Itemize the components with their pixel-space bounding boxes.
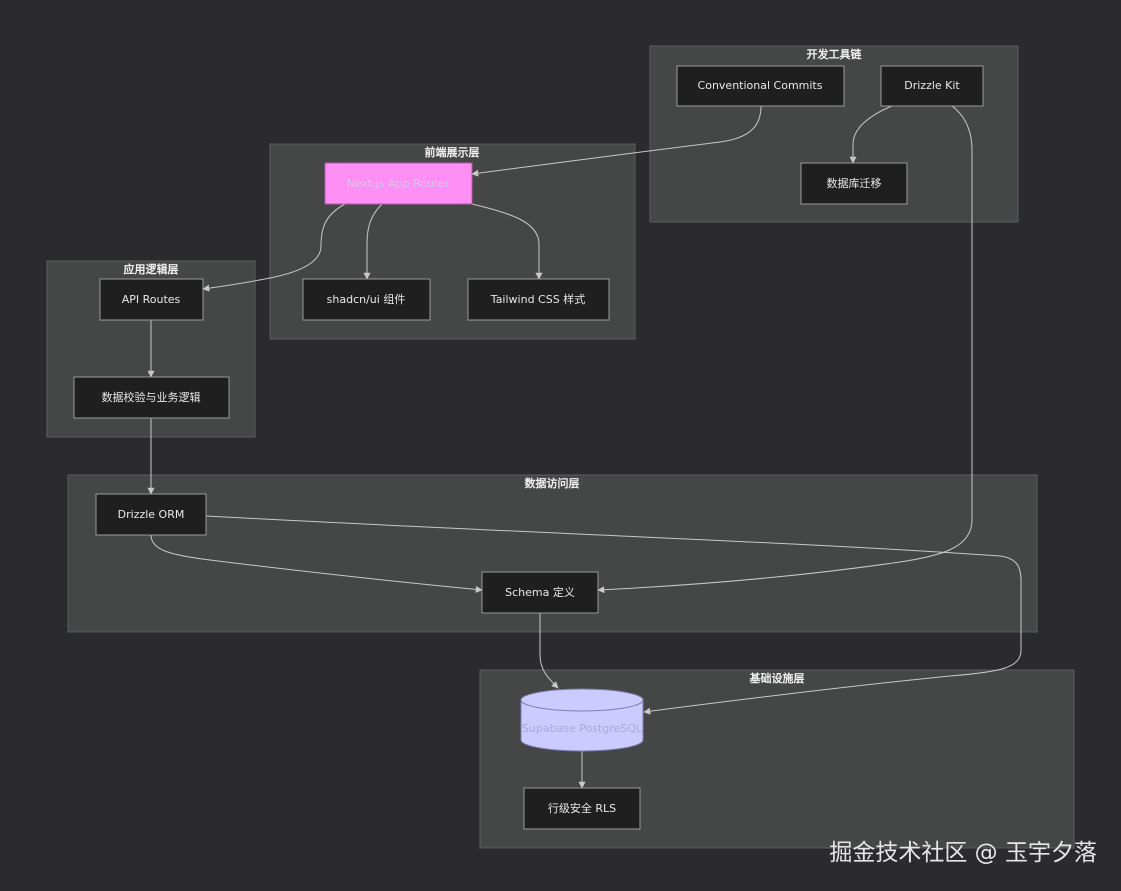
watermark: 掘金技术社区 @ 玉宇夕落: [829, 840, 1097, 866]
cluster-devtools-title: 开发工具链: [807, 47, 863, 61]
cluster-app-title: 应用逻辑层: [124, 262, 179, 276]
node-orm-label: Drizzle ORM: [118, 508, 185, 521]
node-commits-label: Conventional Commits: [698, 79, 823, 92]
node-api[interactable]: API Routes: [99, 278, 204, 321]
node-migration-label: 数据库迁移: [827, 176, 882, 190]
node-drizzle-kit[interactable]: Drizzle Kit: [880, 65, 984, 107]
node-drizzle-kit-label: Drizzle Kit: [904, 79, 960, 92]
node-migration[interactable]: 数据库迁移: [800, 162, 908, 205]
node-nextjs[interactable]: Next.js App Router: [324, 162, 473, 205]
node-api-label: API Routes: [122, 293, 181, 306]
cluster-infra-title: 基础设施层: [749, 671, 805, 685]
node-tailwind[interactable]: Tailwind CSS 样式: [467, 278, 610, 321]
node-shadcn[interactable]: shadcn/ui 组件: [302, 278, 431, 321]
node-schema-label: Schema 定义: [505, 585, 575, 599]
node-orm[interactable]: Drizzle ORM: [95, 493, 207, 536]
node-rls[interactable]: 行级安全 RLS: [523, 787, 641, 830]
node-validation-label: 数据校验与业务逻辑: [102, 390, 201, 404]
database-icon-label: Supabase PostgreSQL: [522, 722, 643, 735]
node-database[interactable]: Supabase PostgreSQL: [520, 688, 644, 752]
cluster-data-title: 数据访问层: [525, 476, 580, 490]
node-commits[interactable]: Conventional Commits: [676, 65, 845, 107]
node-schema[interactable]: Schema 定义: [481, 571, 599, 614]
node-nextjs-label: Next.js App Router: [347, 177, 450, 190]
node-tailwind-label: Tailwind CSS 样式: [490, 292, 585, 306]
architecture-diagram: 开发工具链 前端展示层 应用逻辑层 数据访问层 基础设施层 Convention…: [46, 45, 1075, 849]
node-validation[interactable]: 数据校验与业务逻辑: [73, 376, 230, 419]
cluster-frontend-title: 前端展示层: [425, 145, 480, 159]
node-rls-label: 行级安全 RLS: [548, 801, 616, 815]
node-shadcn-label: shadcn/ui 组件: [327, 292, 406, 306]
